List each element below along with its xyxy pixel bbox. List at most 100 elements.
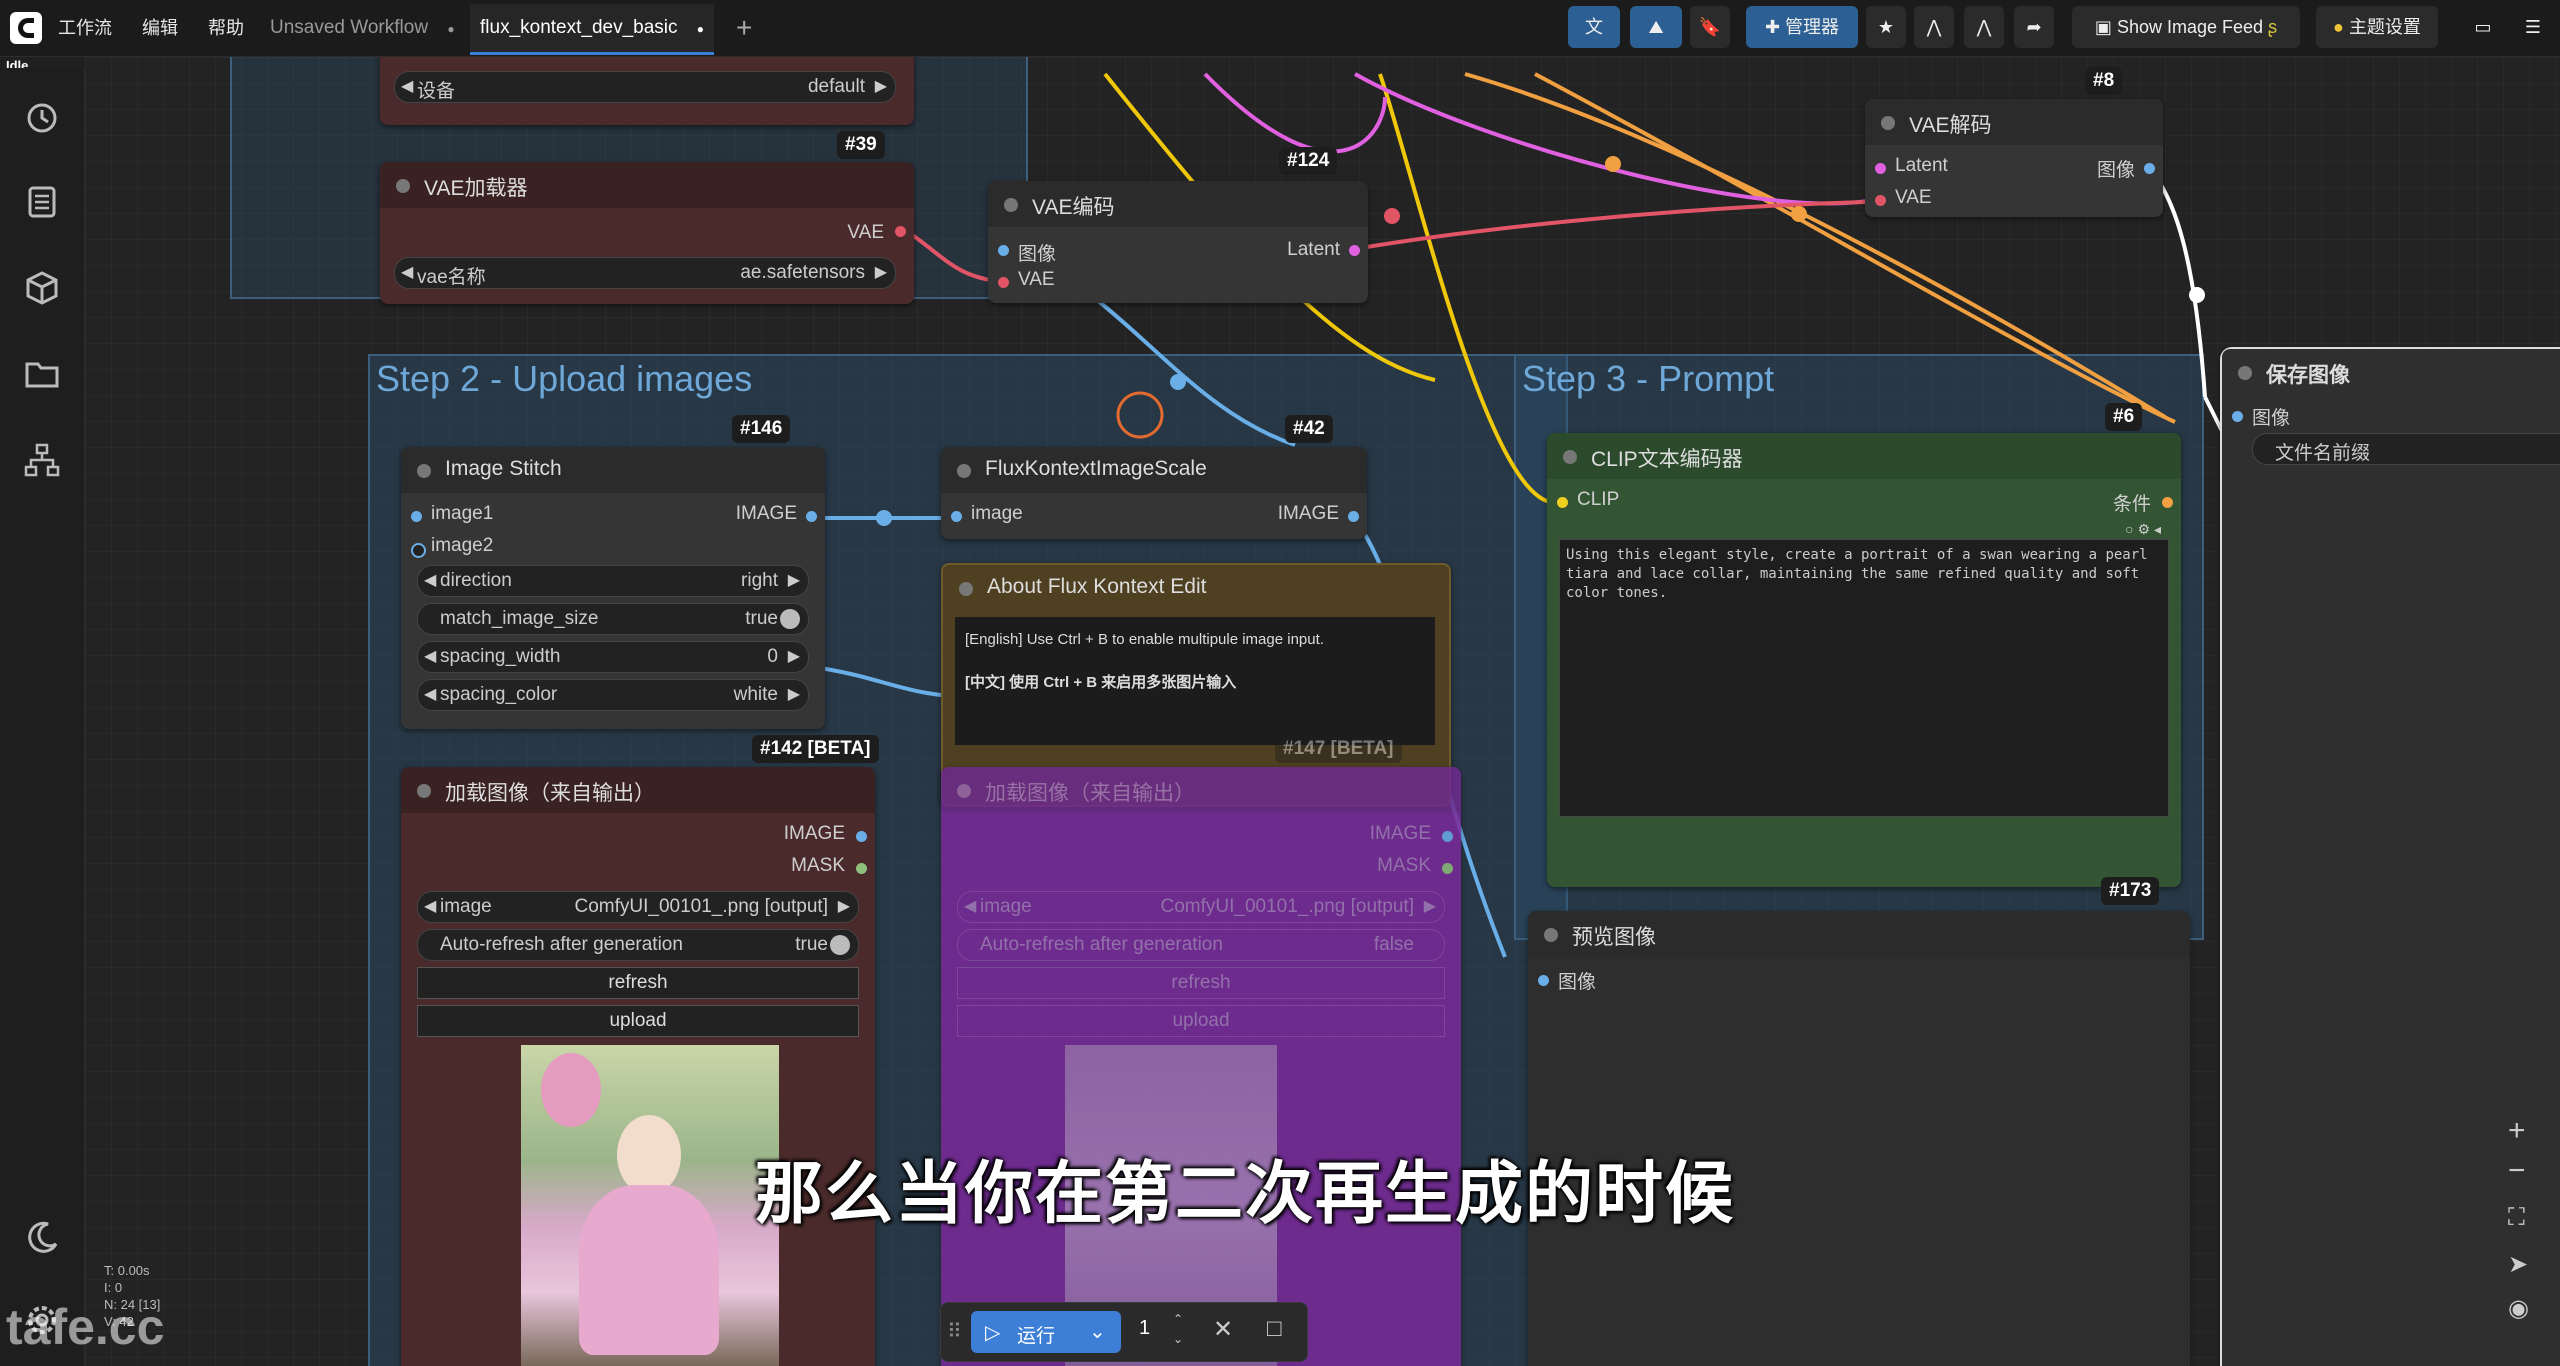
device-select[interactable]: ◀ 设备 default ▶ — [394, 71, 896, 103]
refresh-button[interactable]: refresh — [417, 967, 859, 999]
input-pin[interactable] — [998, 277, 1009, 288]
output-pin[interactable] — [1442, 863, 1453, 874]
arrow-right-icon[interactable]: ▶ — [838, 896, 850, 916]
node-tree-icon[interactable] — [22, 440, 62, 480]
drag-handle-icon[interactable]: ⠿ — [947, 1319, 962, 1344]
node-clip-text-encode[interactable]: CLIP文本编码器 CLIP 条件 ○ ⚙ ◂ Using this elega… — [1547, 433, 2181, 887]
input-pin[interactable] — [951, 511, 962, 522]
arrow-right-icon[interactable]: ▶ — [788, 570, 800, 590]
upload-button[interactable]: upload — [957, 1005, 1445, 1037]
run-button[interactable]: ▷ 运行 ⌄ — [971, 1311, 1121, 1353]
panel-toggle-icon[interactable]: ▭ — [2464, 6, 2502, 48]
new-tab-plus-icon[interactable]: + — [736, 0, 752, 56]
auto-refresh-toggle[interactable]: Auto-refresh after generation false — [957, 929, 1445, 961]
spacing-color-select[interactable]: ◀ spacing_color white ▶ — [417, 679, 809, 711]
node-device[interactable]: ◀ 设备 default ▶ — [380, 57, 914, 125]
input-pin[interactable] — [411, 543, 426, 558]
tab-unsaved-workflow[interactable]: Unsaved Workflow ● — [260, 4, 465, 52]
spacing-width-stepper[interactable]: ◀ spacing_width 0 ▶ — [417, 641, 809, 673]
history-icon[interactable] — [22, 98, 62, 138]
output-pin[interactable] — [1442, 831, 1453, 842]
share-icon[interactable]: ➦ — [2014, 6, 2054, 48]
visibility-eye-icon[interactable]: ◉ — [2508, 1294, 2529, 1323]
queue-list-icon[interactable] — [22, 182, 62, 222]
show-image-feed-button[interactable]: ▣ Show Image Feed ʂ — [2072, 6, 2300, 48]
arrow-left-icon[interactable]: ◀ — [424, 896, 436, 916]
node-image-stitch[interactable]: Image Stitch image1 image2 IMAGE ◀ direc… — [401, 447, 825, 729]
arrow-left-icon[interactable]: ◀ — [964, 896, 976, 916]
auto-refresh-toggle[interactable]: Auto-refresh after generation true — [417, 929, 859, 961]
refresh-button[interactable]: refresh — [957, 967, 1445, 999]
arrow-left-icon[interactable]: ◀ — [401, 76, 413, 96]
moon-icon[interactable] — [22, 1218, 62, 1258]
node-flux-kontext-image-scale[interactable]: FluxKontextImageScale image IMAGE — [941, 447, 1367, 539]
vae-name-select[interactable]: ◀ vae名称 ae.safetensors ▶ — [394, 257, 896, 289]
arrow-left-icon[interactable]: ◀ — [401, 262, 413, 282]
zoom-in-icon[interactable]: + — [2508, 1114, 2526, 1148]
workflow-tool-icon[interactable]: ⛰ — [1630, 6, 1682, 48]
input-pin[interactable] — [1538, 975, 1549, 986]
upload-button[interactable]: upload — [417, 1005, 859, 1037]
node-load-image-from-output[interactable]: 加载图像（来自输出） IMAGE MASK ◀ image ComfyUI_00… — [401, 767, 875, 1366]
prompt-textarea[interactable]: Using this elegant style, create a portr… — [1559, 539, 2169, 817]
node-vae-decode[interactable]: VAE解码 Latent VAE 图像 — [1865, 99, 2163, 217]
menu-edit[interactable]: 编辑 — [142, 0, 178, 56]
input-pin[interactable] — [1557, 497, 1568, 508]
arrow-right-icon[interactable]: ▶ — [875, 76, 887, 96]
arrow-right-icon[interactable]: ▶ — [875, 262, 887, 282]
arrow-right-icon[interactable]: ▶ — [788, 646, 800, 666]
output-pin[interactable] — [856, 831, 867, 842]
tab-flux-kontext[interactable]: flux_kontext_dev_basic ● — [470, 4, 715, 55]
model-icon-2[interactable]: ⋀ — [1964, 6, 2004, 48]
toggle-knob[interactable] — [830, 935, 850, 955]
direction-select[interactable]: ◀ direction right ▶ — [417, 565, 809, 597]
text-tools-icon[interactable]: ○ ⚙ ◂ — [2125, 521, 2161, 538]
bookmark-icon[interactable]: 🔖 — [1690, 6, 1730, 48]
arrow-right-icon[interactable]: ▶ — [788, 684, 800, 704]
output-pin[interactable] — [1348, 511, 1359, 522]
node-load-image-from-output-bypassed[interactable]: 加载图像（来自输出） IMAGE MASK ◀ image ComfyUI_00… — [941, 767, 1461, 1366]
star-icon[interactable]: ★ — [1866, 6, 1906, 48]
input-pin[interactable] — [1875, 195, 1886, 206]
match-image-size-toggle[interactable]: match_image_size true — [417, 603, 809, 635]
output-pin[interactable] — [806, 511, 817, 522]
stop-square-icon[interactable]: □ — [1267, 1315, 1282, 1343]
output-pin[interactable] — [2162, 497, 2173, 508]
output-pin[interactable] — [895, 226, 906, 237]
chevron-down-icon[interactable]: ⌄ — [1089, 1319, 1106, 1344]
model-cube-icon[interactable] — [22, 268, 62, 308]
note-body[interactable]: [English] Use Ctrl + B to enable multipu… — [955, 617, 1435, 745]
output-pin[interactable] — [856, 863, 867, 874]
filename-prefix-input[interactable]: 文件名前缀 — [2252, 433, 2560, 465]
image-select[interactable]: ◀ image ComfyUI_00101_.png [output] ▶ — [417, 891, 859, 923]
output-pin[interactable] — [2144, 163, 2155, 174]
batch-count-input[interactable]: 1 — [1139, 1317, 1150, 1340]
input-pin[interactable] — [411, 511, 422, 522]
zoom-out-icon[interactable]: − — [2508, 1154, 2526, 1188]
toggle-knob[interactable] — [780, 609, 800, 629]
hamburger-menu-icon[interactable]: ☰ — [2514, 6, 2552, 48]
translate-icon[interactable]: 文 — [1568, 6, 1620, 48]
menu-workflow[interactable]: 工作流 — [58, 0, 112, 56]
model-icon[interactable]: ⋀ — [1914, 6, 1954, 48]
node-vae-encode[interactable]: VAE编码 图像 VAE Latent — [988, 181, 1368, 303]
comfy-logo[interactable] — [10, 12, 42, 44]
menu-help[interactable]: 帮助 — [208, 0, 244, 56]
theme-settings-button[interactable]: ● 主题设置 — [2316, 6, 2438, 48]
input-pin[interactable] — [1875, 163, 1886, 174]
input-pin[interactable] — [998, 245, 1009, 256]
arrow-left-icon[interactable]: ◀ — [424, 570, 436, 590]
image-select[interactable]: ◀ image ComfyUI_00101_.png [output] ▶ — [957, 891, 1445, 923]
folder-icon[interactable] — [22, 354, 62, 394]
cancel-x-icon[interactable]: ✕ — [1213, 1315, 1233, 1344]
arrow-right-icon[interactable]: ▶ — [1424, 896, 1436, 916]
manager-button[interactable]: ✚ 管理器 — [1746, 6, 1858, 48]
fit-view-icon[interactable]: ⛶ — [2508, 1204, 2525, 1232]
input-pin[interactable] — [2232, 411, 2243, 422]
locate-icon[interactable]: ➤ — [2508, 1250, 2528, 1279]
output-pin[interactable] — [1349, 245, 1360, 256]
batch-stepper-icon[interactable]: ⌃ ⌄ — [1173, 1309, 1183, 1349]
arrow-left-icon[interactable]: ◀ — [424, 684, 436, 704]
arrow-left-icon[interactable]: ◀ — [424, 646, 436, 666]
node-vae-loader[interactable]: VAE加载器 VAE ◀ vae名称 ae.safetensors ▶ — [380, 162, 914, 304]
